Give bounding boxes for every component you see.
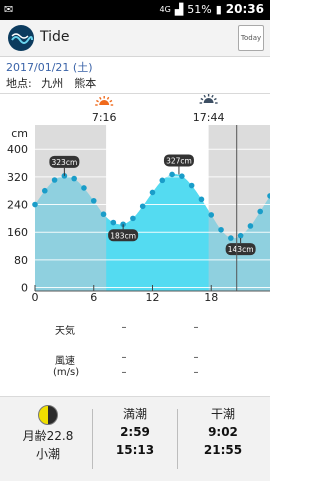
tide-point (130, 215, 136, 222)
moon-panel: 月齢22.8 小潮 (10, 397, 86, 481)
tide-point (149, 189, 156, 196)
data-label: 183cm (110, 231, 136, 240)
tide-summary: 月齢22.8 小潮 満潮 2:59 15:13 干潮 9:02 21:55 (0, 396, 270, 481)
selected-date[interactable]: 2017/01/21 (土) (6, 59, 92, 75)
tide-point (100, 211, 107, 218)
sunset-icon (199, 94, 218, 104)
tide-point (218, 226, 224, 233)
low-tide-time: 21:55 (203, 443, 243, 457)
signal-icon: ▟ (174, 2, 184, 16)
sunrise-time: 7:16 (92, 111, 117, 124)
low-tide-label: 干潮 (210, 407, 235, 421)
location-value: 九州 熊本 (41, 77, 97, 90)
y-tick-label: 400 (7, 143, 28, 156)
tide-point (90, 197, 97, 204)
tide-point (41, 187, 48, 194)
tide-point (81, 185, 87, 191)
today-button[interactable]: Today (238, 25, 264, 51)
location[interactable]: 地点: 九州 熊本 (6, 75, 96, 91)
wind-value: – (121, 352, 127, 363)
moon-age: 月齢22.8 (22, 429, 74, 443)
tide-chart-svg: 0 80 160 240 320 400 cm 0 6 12 18 323cm 183cm 327cm 14… (7, 94, 273, 304)
y-tick-label: 240 (7, 199, 28, 212)
wind-value: – (193, 352, 199, 363)
high-tide-panel: 満潮 2:59 15:13 (100, 397, 170, 481)
tide-point (228, 235, 234, 241)
low-tide-panel: 干潮 9:02 21:55 (185, 397, 261, 481)
tide-point (237, 232, 244, 239)
tide-point (169, 171, 175, 178)
y-tick-label: 160 (7, 226, 28, 239)
x-tick-label: 18 (204, 291, 218, 303)
y-axis-label: cm (11, 127, 28, 140)
weather-value: – (193, 322, 199, 333)
divider (92, 409, 93, 469)
tide-point (247, 223, 254, 229)
network-type: 4G (159, 4, 171, 14)
y-tick-label: 320 (7, 171, 28, 184)
tide-point (71, 175, 77, 182)
sunrise-icon (95, 96, 114, 106)
app-title: Tide (40, 29, 70, 45)
app-logo-icon (8, 25, 34, 51)
tide-name: 小潮 (35, 447, 60, 461)
tide-point (159, 177, 166, 184)
wind-label: 風速 (55, 356, 75, 367)
battery-percent: 51% (187, 2, 212, 16)
tide-point (208, 212, 215, 218)
tide-point (32, 201, 38, 208)
x-tick-label: 12 (146, 291, 160, 303)
status-icons: 4G ▟ 51% ▮ 20:36 (160, 2, 264, 16)
x-tick-label: 0 (32, 291, 39, 303)
tide-point (198, 196, 205, 203)
data-label: 323cm (52, 158, 78, 167)
tide-point (179, 173, 185, 179)
low-tide-time: 9:02 (208, 425, 238, 439)
data-label: 143cm (228, 245, 254, 254)
high-tide-label: 満潮 (122, 407, 147, 421)
weather-value: – (121, 322, 127, 333)
weather-section: 天気 – – 風速 (m/s) – – – – (0, 318, 270, 390)
app-bar: Tide Today (0, 20, 270, 57)
notification-icon: ✉ (4, 3, 14, 16)
sunset-time: 17:44 (193, 111, 225, 124)
wind-value: – (121, 367, 127, 378)
moon-phase-icon (38, 405, 58, 425)
tide-point (139, 203, 146, 210)
tide-point (257, 208, 264, 215)
y-tick-label: 0 (21, 282, 28, 295)
high-tide-time: 15:13 (115, 443, 155, 457)
high-tide-time: 2:59 (120, 425, 150, 439)
wind-value: – (193, 367, 199, 378)
location-label: 地点: (6, 77, 32, 90)
clock: 20:36 (225, 2, 264, 16)
tide-chart[interactable]: 0 80 160 240 320 400 cm 0 6 12 18 323cm 183cm 327cm 14… (0, 93, 273, 304)
wind-unit: (m/s) (53, 367, 80, 378)
weather-label: 天気 (55, 326, 75, 337)
status-bar: ✉ 4G ▟ 51% ▮ 20:36 (0, 0, 270, 20)
tide-point (188, 182, 195, 189)
x-tick-label: 6 (90, 291, 97, 303)
data-label: 327cm (166, 156, 192, 165)
battery-icon: ▮ (215, 2, 222, 16)
tide-point (51, 177, 58, 183)
y-tick-label: 80 (14, 254, 28, 267)
divider (177, 409, 178, 469)
tide-point (110, 219, 117, 226)
